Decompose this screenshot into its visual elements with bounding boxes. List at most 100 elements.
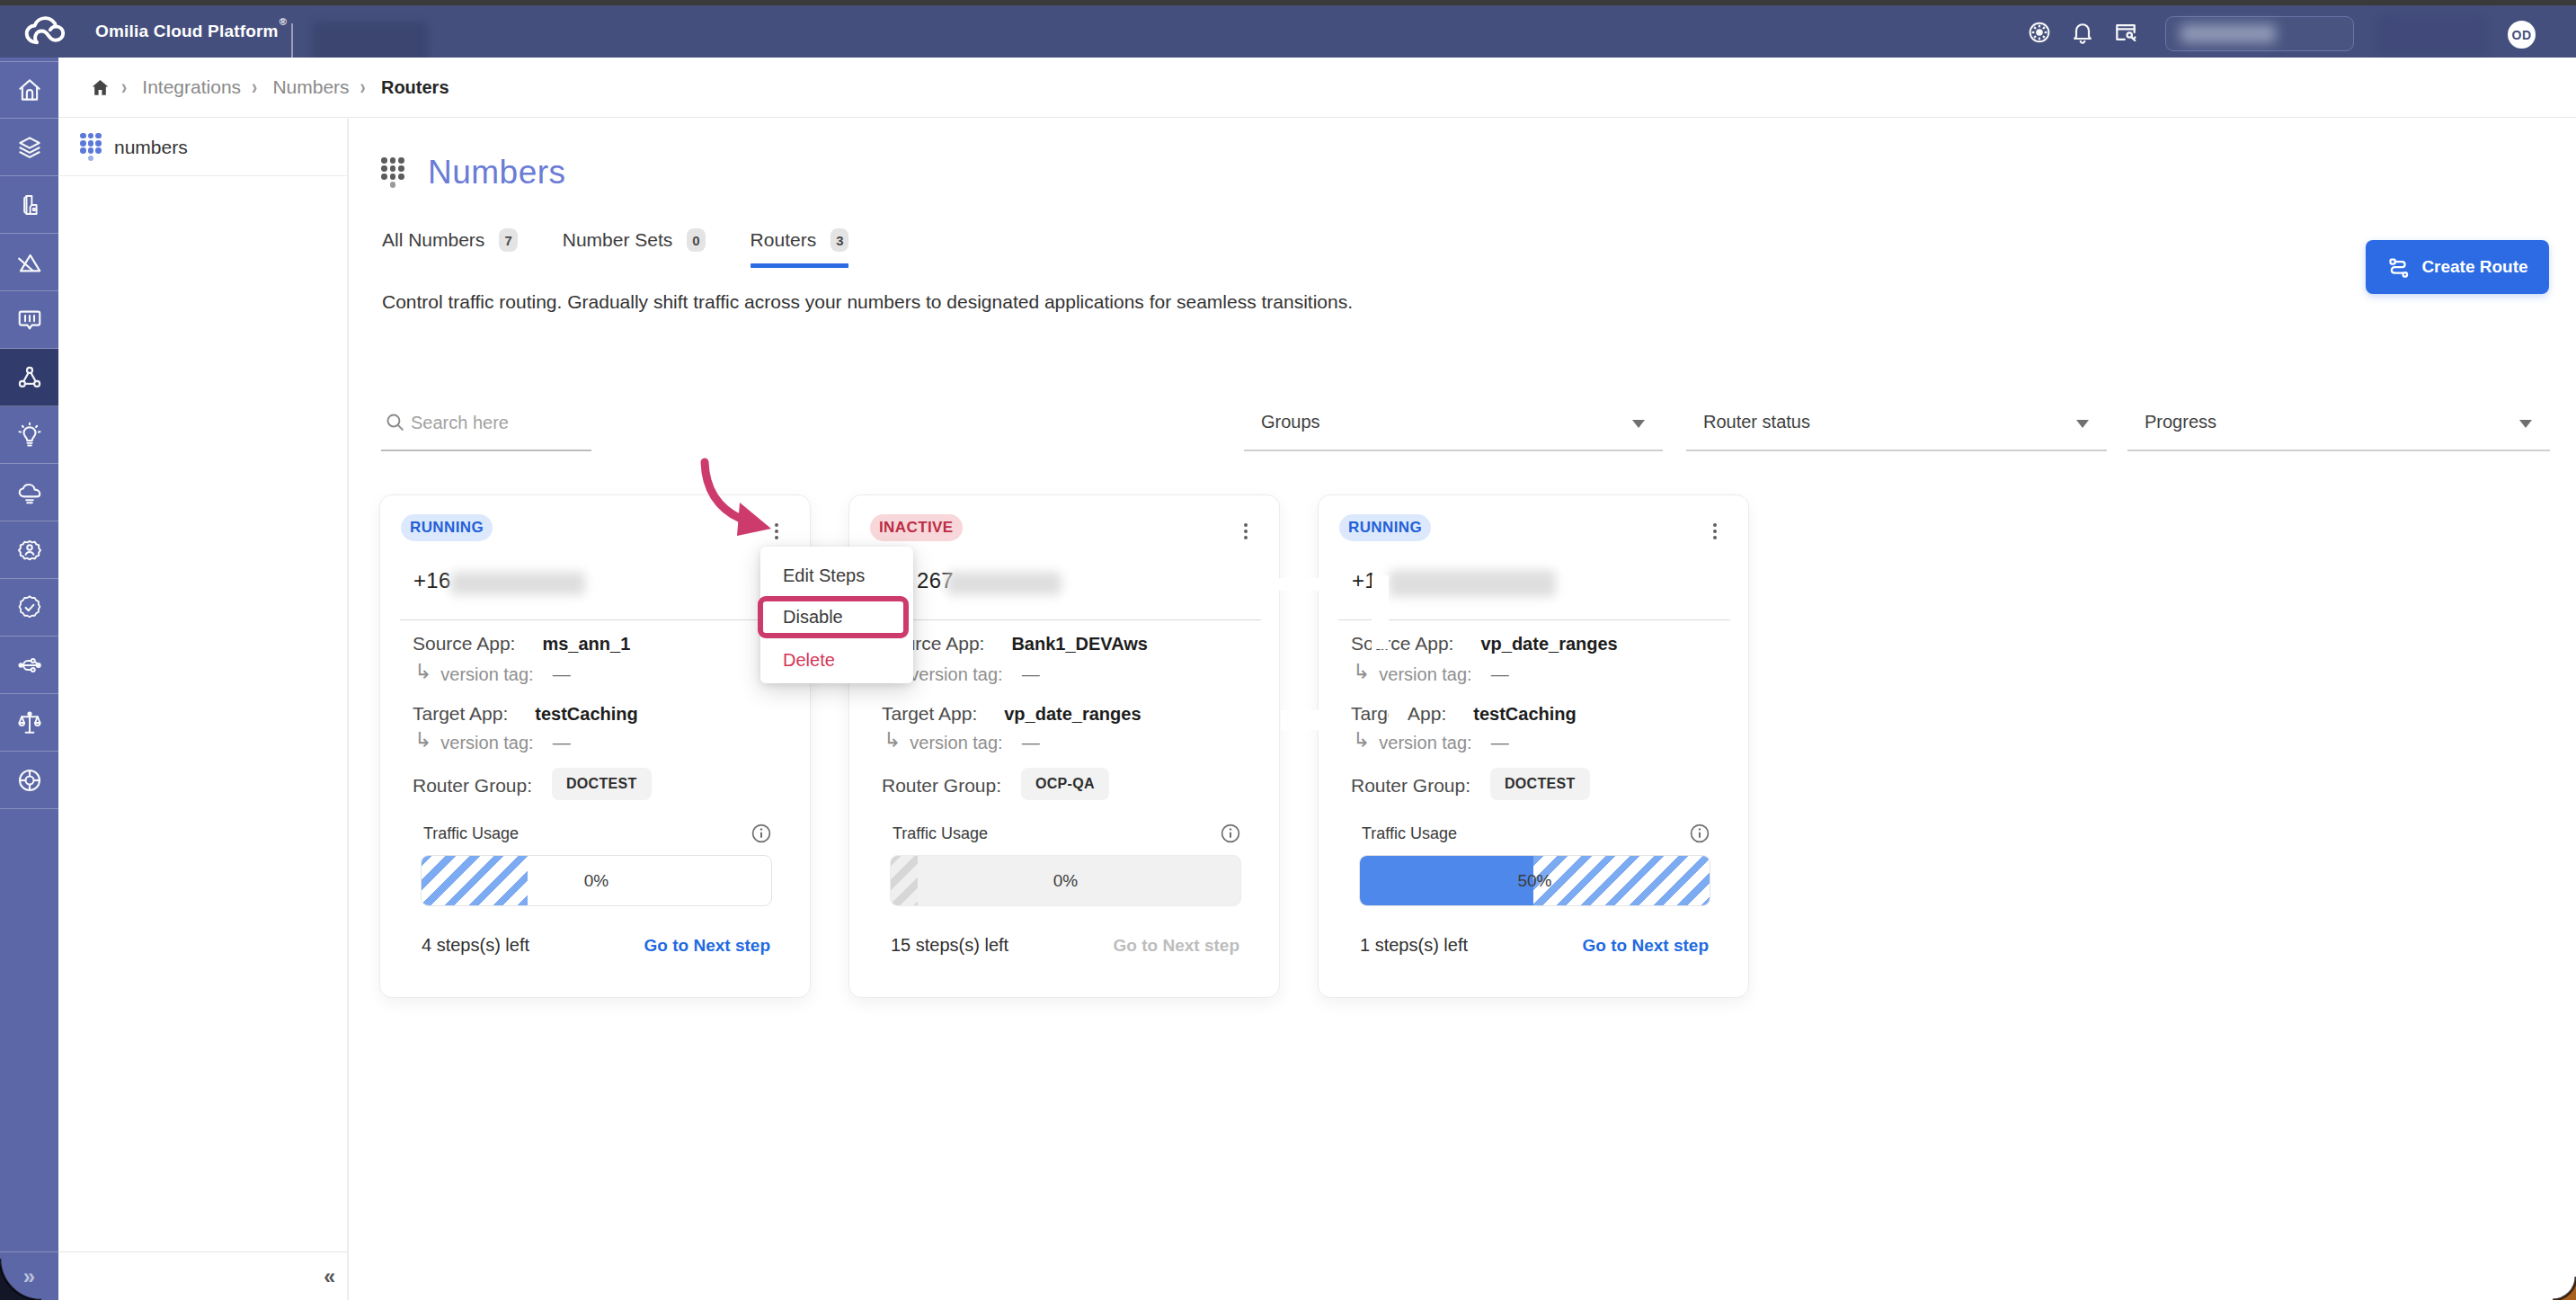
traffic-progress-bar: 0% bbox=[890, 855, 1241, 906]
create-route-label: Create Route bbox=[2421, 257, 2527, 277]
redacted-user-name bbox=[2377, 15, 2487, 55]
router-number: +16 bbox=[413, 568, 451, 593]
route-icon bbox=[2386, 255, 2411, 280]
sidebar-item-insights[interactable] bbox=[0, 406, 58, 464]
page-title-row: Numbers bbox=[381, 154, 566, 191]
status-badge: RUNNING bbox=[401, 514, 493, 541]
progress-filter-select[interactable]: Progress bbox=[2127, 396, 2550, 451]
target-app-value: testCaching bbox=[1473, 704, 1576, 724]
top-navbar: Omilia Cloud Platform® bbox=[0, 5, 2576, 58]
avatar[interactable]: OD bbox=[2508, 21, 2536, 49]
breadcrumb-home[interactable] bbox=[90, 77, 111, 98]
card-divider bbox=[400, 619, 792, 620]
steps-left-label: 1 steps(s) left bbox=[1360, 935, 1468, 956]
sidebar-item-deployments[interactable] bbox=[0, 464, 58, 521]
design-ruler-icon bbox=[16, 249, 43, 276]
disable-highlight-annotation bbox=[758, 596, 909, 638]
breadcrumb: › Integrations › Numbers › Routers bbox=[58, 58, 2576, 118]
sidebar-item-compliance[interactable] bbox=[0, 694, 58, 752]
sidebar-item-miniapps[interactable] bbox=[0, 291, 58, 349]
router-group-chip: DOCTEST bbox=[1490, 768, 1590, 800]
redaction-artifact bbox=[1272, 578, 1339, 591]
api-key-card-icon[interactable] bbox=[2113, 20, 2139, 49]
target-app-row: Target App:testCaching bbox=[413, 703, 638, 725]
window-corner-bottom-left bbox=[0, 1259, 41, 1300]
tabs: All Numbers 7 Number Sets 0 Routers 3 bbox=[382, 228, 893, 268]
phone-icon bbox=[17, 192, 42, 218]
group-selector[interactable] bbox=[2165, 16, 2354, 51]
badge-check-icon bbox=[16, 594, 43, 621]
router-card: RUNNING +16 Source App:ms_ann_1 ↳version… bbox=[379, 494, 811, 998]
sidebar-item-quality[interactable] bbox=[0, 579, 58, 637]
source-app-row: Source App:vp_date_ranges bbox=[1351, 633, 1618, 654]
go-to-next-step-link[interactable]: Go to Next step bbox=[1583, 936, 1709, 956]
kebab-menu-button[interactable] bbox=[1230, 515, 1262, 548]
chevron-down-icon bbox=[2076, 420, 2089, 428]
notifications-bell-icon[interactable] bbox=[2070, 20, 2095, 49]
help-icon[interactable] bbox=[2028, 21, 2052, 49]
sidebar-item-admin[interactable] bbox=[0, 521, 58, 579]
filter-label: Groups bbox=[1261, 412, 1320, 432]
info-icon[interactable] bbox=[751, 823, 772, 848]
tab-label: All Numbers bbox=[382, 229, 484, 251]
target-app-row: Target App:vp_date_ranges bbox=[882, 703, 1141, 725]
page-title: Numbers bbox=[428, 154, 566, 191]
traffic-progress-bar: 0% bbox=[421, 855, 772, 906]
layers-icon bbox=[16, 134, 43, 161]
window-corner-bottom-right bbox=[2549, 1277, 2576, 1300]
search-input[interactable]: Search here bbox=[381, 396, 591, 451]
groups-filter-select[interactable]: Groups bbox=[1244, 396, 1663, 451]
sidebar-item-label: numbers bbox=[114, 137, 188, 158]
integrations-molecule-icon bbox=[16, 364, 43, 391]
tab-all-numbers[interactable]: All Numbers 7 bbox=[382, 228, 518, 268]
go-to-next-step-link[interactable]: Go to Next step bbox=[644, 936, 770, 956]
compliance-scales-icon bbox=[16, 709, 43, 736]
sidebar-item-home[interactable] bbox=[0, 61, 58, 119]
subdirectory-arrow-icon: ↳ bbox=[1353, 660, 1370, 684]
router-group-chip: OCP-QA bbox=[1021, 768, 1109, 800]
sidebar-collapse-toggle[interactable]: « bbox=[324, 1265, 335, 1289]
target-app-value: vp_date_ranges bbox=[1004, 704, 1141, 724]
breadcrumb-item-routers: Routers bbox=[381, 77, 449, 98]
source-app-value: vp_date_ranges bbox=[1480, 634, 1617, 654]
sidebar-item-support[interactable] bbox=[0, 752, 58, 809]
redacted-number bbox=[450, 572, 585, 595]
create-route-button[interactable]: Create Route bbox=[2366, 240, 2549, 294]
source-app-row: Source App:ms_ann_1 bbox=[413, 633, 630, 654]
menu-item-delete[interactable]: Delete bbox=[760, 638, 913, 681]
info-icon[interactable] bbox=[1689, 823, 1710, 848]
sidebar-item-numbers[interactable] bbox=[0, 176, 58, 234]
search-icon bbox=[384, 411, 406, 433]
support-lifebuoy-icon bbox=[16, 767, 43, 794]
dialpad-icon bbox=[80, 133, 102, 162]
card-divider bbox=[869, 619, 1261, 620]
annotation-arrow bbox=[665, 442, 782, 550]
info-icon[interactable] bbox=[1220, 823, 1241, 848]
breadcrumb-item-numbers[interactable]: Numbers bbox=[272, 76, 349, 98]
tab-routers[interactable]: Routers 3 bbox=[751, 228, 849, 268]
app-window: Omilia Cloud Platform® bbox=[0, 0, 2576, 1300]
header-actions: OD bbox=[0, 5, 2576, 58]
tab-label: Number Sets bbox=[563, 229, 673, 251]
dialpad-icon bbox=[381, 157, 404, 188]
source-app-value: ms_ann_1 bbox=[542, 634, 630, 654]
sidebar-item-integrations[interactable] bbox=[0, 349, 58, 406]
menu-item-edit-steps[interactable]: Edit Steps bbox=[760, 554, 913, 597]
icon-sidebar: » bbox=[0, 58, 58, 1300]
insights-bulb-icon bbox=[16, 422, 43, 449]
traffic-usage-label: Traffic Usage bbox=[423, 824, 519, 843]
router-card: RUNNING +1 Source App:vp_date_ranges ↳ve… bbox=[1318, 494, 1749, 998]
sidebar-item-designer[interactable] bbox=[0, 234, 58, 291]
console-chat-icon bbox=[16, 307, 43, 334]
subdirectory-arrow-icon: ↳ bbox=[1353, 728, 1370, 752]
sidebar-item-numbers-page[interactable]: numbers bbox=[58, 119, 347, 176]
router-status-filter-select[interactable]: Router status bbox=[1686, 396, 2107, 451]
sidebar-item-pipelines[interactable] bbox=[0, 637, 58, 694]
tab-number-sets[interactable]: Number Sets 0 bbox=[563, 228, 706, 268]
subdirectory-arrow-icon: ↳ bbox=[884, 728, 901, 752]
status-badge: INACTIVE bbox=[870, 514, 963, 541]
redaction-artifact bbox=[1281, 710, 1342, 730]
sidebar-item-applications[interactable] bbox=[0, 119, 58, 176]
breadcrumb-item-integrations[interactable]: Integrations bbox=[142, 76, 241, 98]
kebab-menu-button[interactable] bbox=[1699, 515, 1731, 548]
